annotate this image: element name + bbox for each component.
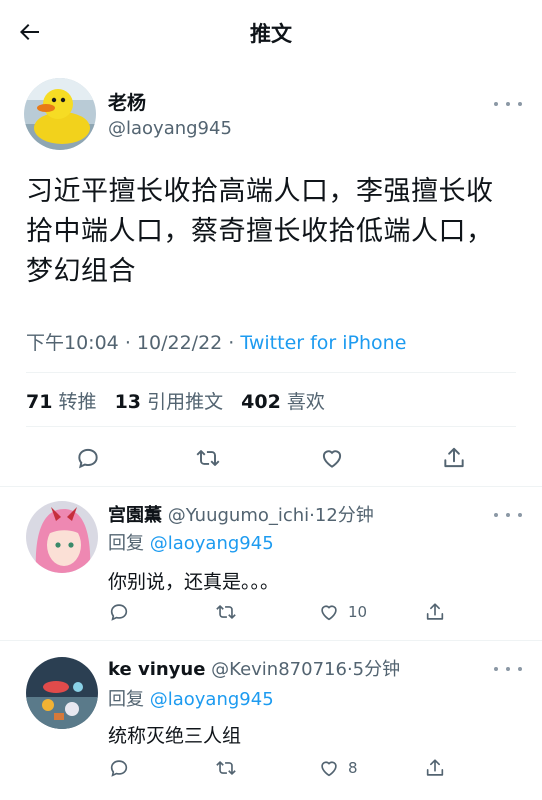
quotes-count: 13 <box>114 391 142 413</box>
more-icon[interactable] <box>494 96 522 112</box>
tweet-source-link[interactable]: Twitter for iPhone <box>240 332 406 354</box>
retweets-stat[interactable]: 71 转推 <box>26 391 97 413</box>
like-button[interactable]: 8 <box>318 753 358 783</box>
quotes-stat[interactable]: 13 引用推文 <box>115 391 224 413</box>
reply-actions: 8 <box>0 753 542 783</box>
reply-icon[interactable] <box>108 753 130 783</box>
tweet-detail-page: 推文 老杨 @laoyang945 习近平擅长收拾高端人口，李强擅长收 拾中端人… <box>0 0 542 800</box>
share-icon[interactable] <box>424 753 446 783</box>
like-icon <box>321 605 337 621</box>
reply-text: 你别说，还真是。。。 <box>108 571 280 593</box>
likes-label: 喜欢 <box>286 391 325 413</box>
reply-time: 5分钟 <box>352 659 401 680</box>
top-bar: 推文 <box>0 0 542 64</box>
reply-author-handle[interactable]: @Kevin870716 <box>211 659 347 680</box>
more-icon[interactable] <box>494 661 522 677</box>
replying-to: 回复 @laoyang945 <box>108 685 274 711</box>
reply-tweet[interactable]: ke vinyue @Kevin870716·5分钟 回复 @laoyang94… <box>0 641 542 800</box>
like-icon <box>321 761 337 777</box>
reply-to-link[interactable]: @laoyang945 <box>150 689 274 710</box>
like-count: 10 <box>348 603 368 621</box>
reply-icon[interactable] <box>108 597 130 627</box>
meta-separator: · <box>228 332 235 354</box>
like-button[interactable]: 10 <box>318 597 367 627</box>
retweets-label: 转推 <box>58 391 97 413</box>
divider <box>26 426 516 427</box>
tweet-actions <box>0 438 542 478</box>
reply-time: 12分钟 <box>314 505 374 526</box>
like-count: 8 <box>348 759 358 777</box>
reply-prefix: 回复 <box>108 533 144 554</box>
tweet-meta: 下午10:04 · 10/22/22 · Twitter for iPhone <box>26 328 406 355</box>
tweet-stats: 71 转推 13 引用推文 402 喜欢 <box>26 387 337 414</box>
share-icon[interactable] <box>434 438 474 478</box>
reply-author-name[interactable]: 宫園薫 <box>108 505 162 526</box>
avatar[interactable] <box>24 78 96 150</box>
avatar[interactable] <box>26 501 98 573</box>
likes-count: 402 <box>241 391 281 413</box>
reply-tweet[interactable]: 宫園薫 @Yuugumo_ichi·12分钟 回复 @laoyang945 你别… <box>0 487 542 639</box>
author-name[interactable]: 老杨 <box>108 88 146 115</box>
retweets-count: 71 <box>26 391 53 413</box>
likes-stat[interactable]: 402 喜欢 <box>241 391 325 413</box>
reply-prefix: 回复 <box>108 689 144 710</box>
reply-author-name[interactable]: ke vinyue <box>108 659 205 680</box>
retweet-icon[interactable] <box>188 438 228 478</box>
avatar[interactable] <box>26 657 98 729</box>
tweet-text-line: 习近平擅长收拾高端人口，李强擅长收 <box>26 176 494 207</box>
tweet-date: 10/22/22 <box>136 332 223 354</box>
retweet-icon[interactable] <box>214 753 238 783</box>
reply-header: ke vinyue @Kevin870716·5分钟 <box>108 655 400 681</box>
reply-actions: 10 <box>0 597 542 627</box>
divider <box>26 372 516 373</box>
like-icon[interactable] <box>312 438 352 478</box>
meta-separator: · <box>124 332 131 354</box>
quotes-label: 引用推文 <box>147 391 224 413</box>
tweet-text: 习近平擅长收拾高端人口，李强擅长收 拾中端人口，蔡奇擅长收拾低端人口， 梦幻组合 <box>26 172 522 292</box>
retweet-icon[interactable] <box>214 597 238 627</box>
reply-icon[interactable] <box>68 438 108 478</box>
reply-header: 宫園薫 @Yuugumo_ichi·12分钟 <box>108 501 374 527</box>
page-title: 推文 <box>250 22 292 46</box>
tweet-author: 老杨 @laoyang945 <box>0 74 542 150</box>
share-icon[interactable] <box>424 597 446 627</box>
author-handle[interactable]: @laoyang945 <box>108 118 232 139</box>
replying-to: 回复 @laoyang945 <box>108 529 274 555</box>
reply-author-handle[interactable]: @Yuugumo_ichi <box>168 505 309 526</box>
tweet-text-line: 梦幻组合 <box>26 256 136 287</box>
reply-text: 统称灭绝三人组 <box>108 725 242 747</box>
more-icon[interactable] <box>494 507 522 523</box>
tweet-text-line: 拾中端人口，蔡奇擅长收拾低端人口， <box>26 216 494 247</box>
reply-to-link[interactable]: @laoyang945 <box>150 533 274 554</box>
tweet-time: 下午10:04 <box>26 332 119 354</box>
